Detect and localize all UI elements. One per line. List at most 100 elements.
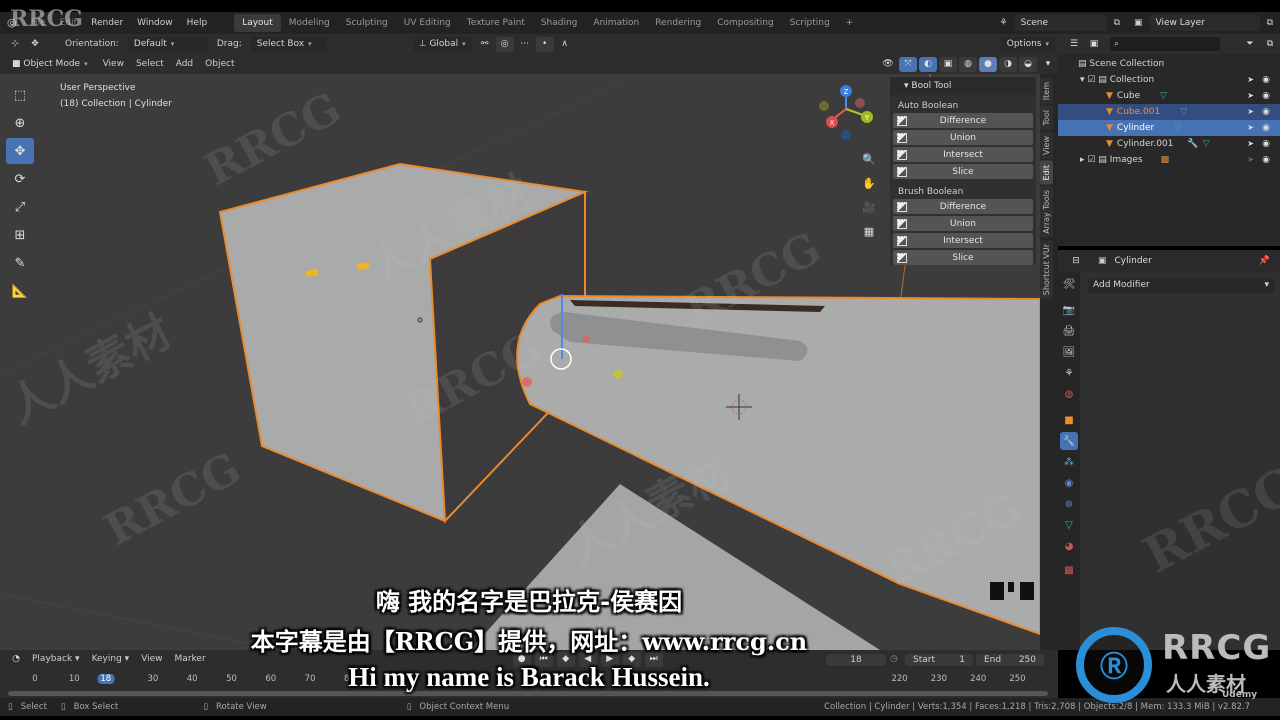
zoom-icon[interactable]: 🔍 — [858, 148, 880, 170]
select-arrow-icon[interactable]: ➤ — [1247, 104, 1254, 120]
options-dropdown[interactable]: Options ▾ — [1000, 36, 1055, 52]
modifier-wrench-icon[interactable]: 🔧 — [1060, 432, 1078, 450]
tab-layout[interactable]: Layout — [234, 14, 281, 32]
rendered-shading-icon[interactable]: ◒ — [1019, 56, 1037, 72]
tab-sculpting[interactable]: Sculpting — [338, 14, 396, 32]
brush-slice-button[interactable]: Slice — [893, 250, 1033, 265]
menu-help[interactable]: Help — [180, 12, 215, 34]
tab-shading[interactable]: Shading — [533, 14, 586, 32]
panel-title[interactable]: ▾ Bool Tool — [890, 77, 1036, 95]
camera-icon[interactable]: 🎥 — [858, 196, 880, 218]
editor-type-icon[interactable]: ⊟ — [1067, 254, 1085, 269]
mode-dropdown[interactable]: ■ Object Mode ▾ — [6, 57, 94, 72]
outliner-row[interactable]: ▸ ☑ ▤ Images ▩ ➤ ◉ — [1058, 152, 1280, 168]
brush-difference-button[interactable]: Difference — [893, 199, 1033, 214]
select-arrow-icon[interactable]: ➤ — [1247, 136, 1254, 152]
tab-uv-editing[interactable]: UV Editing — [396, 14, 459, 32]
orientation-dropdown[interactable]: Default ▾ — [127, 36, 208, 52]
transform-tool-icon[interactable]: ⊞ — [6, 222, 34, 248]
add-workspace-button[interactable]: + — [838, 14, 862, 32]
tab-rendering[interactable]: Rendering — [647, 14, 709, 32]
new-view-layer-icon[interactable]: ⧉ — [1260, 12, 1280, 34]
xray-icon[interactable]: ▣ — [939, 56, 957, 72]
select-arrow-icon[interactable]: ➤ — [1247, 88, 1254, 104]
menu-window[interactable]: Window — [130, 12, 180, 34]
tab-texture-paint[interactable]: Texture Paint — [459, 14, 533, 32]
gizmo-toggle-icon[interactable]: ⤧ — [899, 56, 917, 72]
pan-hand-icon[interactable]: ✋ — [858, 172, 880, 194]
ortho-grid-icon[interactable]: ▦ — [858, 220, 880, 242]
tab-view[interactable]: View — [1040, 131, 1053, 159]
solid-shading-icon[interactable]: ● — [979, 56, 997, 72]
constraints-tab-icon[interactable]: ⊛ — [1060, 495, 1078, 513]
eye-icon[interactable]: ◉ — [1262, 120, 1270, 136]
visibility-icon[interactable]: 👁 — [879, 57, 897, 72]
particles-tab-icon[interactable]: ⁂ — [1060, 453, 1078, 471]
select-box-tool-icon[interactable]: ⬚ — [6, 82, 34, 108]
pin-icon[interactable]: 📌 — [1259, 256, 1270, 266]
object-tab-icon[interactable]: ■ — [1060, 411, 1078, 429]
auto-slice-button[interactable]: Slice — [893, 164, 1033, 179]
move-tool-icon[interactable]: ✥ — [6, 138, 34, 164]
view-layer-icon[interactable]: ▣ — [1127, 12, 1150, 34]
texture-tab-icon[interactable]: ▩ — [1060, 561, 1078, 579]
transform-pivot-icon[interactable]: ⊹ — [6, 37, 24, 52]
add-modifier-dropdown[interactable]: Add Modifier ▾ — [1088, 278, 1274, 293]
select-arrow-icon[interactable]: ➤ — [1247, 152, 1254, 168]
tab-compositing[interactable]: Compositing — [709, 14, 781, 32]
outliner-search-input[interactable]: ⌕ — [1110, 37, 1220, 51]
gizmo-x-handle[interactable] — [522, 377, 532, 387]
auto-intersect-button[interactable]: Intersect — [893, 147, 1033, 162]
menu-select[interactable]: Select — [130, 59, 170, 69]
eye-icon[interactable]: ◉ — [1262, 88, 1270, 104]
scale-tool-icon[interactable]: ⤢ — [6, 194, 34, 220]
gizmo-y-handle[interactable] — [613, 369, 623, 379]
outliner-row[interactable]: ▼ Cylinder ▽ ➤ ◉ — [1058, 120, 1280, 136]
auto-union-button[interactable]: Union — [893, 130, 1033, 145]
proportional-edit-icon[interactable]: • — [535, 36, 554, 52]
new-scene-icon[interactable]: ⧉ — [1107, 12, 1127, 34]
menu-add[interactable]: Add — [170, 59, 199, 69]
data-tab-icon[interactable]: ▽ — [1060, 516, 1078, 534]
tab-array-tools[interactable]: Array Tools — [1040, 186, 1053, 239]
annotate-tool-icon[interactable]: ✎ — [6, 250, 34, 276]
select-arrow-icon[interactable]: ➤ — [1247, 72, 1254, 88]
snap-target-icon[interactable]: ⋯ — [516, 37, 534, 52]
measure-tool-icon[interactable]: 📐 — [6, 278, 34, 304]
brush-intersect-button[interactable]: Intersect — [893, 233, 1033, 248]
filter-icon[interactable]: ⏷ — [1241, 37, 1259, 52]
falloff-icon[interactable]: ∧ — [556, 37, 574, 52]
tab-modeling[interactable]: Modeling — [281, 14, 338, 32]
material-tab-icon[interactable]: ◕ — [1060, 537, 1078, 555]
eye-icon[interactable]: ◉ — [1262, 152, 1270, 168]
world-tab-icon[interactable]: ◍ — [1060, 385, 1078, 403]
menu-render[interactable]: Render — [84, 12, 130, 34]
overlay-toggle-icon[interactable]: ◐ — [919, 56, 937, 72]
snap-icon[interactable]: ◎ — [495, 36, 514, 52]
select-arrow-icon[interactable]: ➤ — [1247, 120, 1254, 136]
shading-options-icon[interactable]: ▾ — [1039, 57, 1057, 72]
drag-dropdown[interactable]: Select Box ▾ — [250, 36, 327, 52]
filter-layer-icon[interactable]: ▣ — [1085, 37, 1103, 52]
outliner-row[interactable]: ▼ Cube ▽ ➤ ◉ — [1058, 88, 1280, 104]
outliner-row[interactable]: ▼ Cylinder.001 🔧 ▽ ➤ ◉ — [1058, 136, 1280, 152]
brush-union-button[interactable]: Union — [893, 216, 1033, 231]
tab-scripting[interactable]: Scripting — [782, 14, 838, 32]
material-shading-icon[interactable]: ◑ — [999, 56, 1017, 72]
outliner-row[interactable]: ▼ Cube.001 ▽ ➤ ◉ — [1058, 104, 1280, 120]
tab-animation[interactable]: Animation — [585, 14, 647, 32]
output-tab-icon[interactable]: 🖨 — [1060, 322, 1078, 340]
3d-viewport[interactable]: Z X Y RRCG RRCG RRCG RRCG RRCG 人人素材 人人素材… — [0, 74, 1058, 650]
tab-item[interactable]: Item — [1040, 78, 1053, 105]
physics-tab-icon[interactable]: ◉ — [1060, 474, 1078, 492]
eye-icon[interactable]: ◉ — [1262, 104, 1270, 120]
scene-field[interactable]: Scene — [1014, 15, 1107, 31]
display-mode-icon[interactable]: ☰ — [1065, 37, 1083, 52]
tab-tool[interactable]: Tool — [1040, 106, 1053, 130]
view-layer-field[interactable]: View Layer — [1149, 15, 1260, 31]
tool-tab-icon[interactable]: 🛠 — [1060, 275, 1078, 293]
menu-object[interactable]: Object — [199, 59, 240, 69]
eye-icon[interactable]: ◉ — [1262, 136, 1270, 152]
menu-view[interactable]: View — [97, 59, 130, 69]
eye-icon[interactable]: ◉ — [1262, 72, 1270, 88]
